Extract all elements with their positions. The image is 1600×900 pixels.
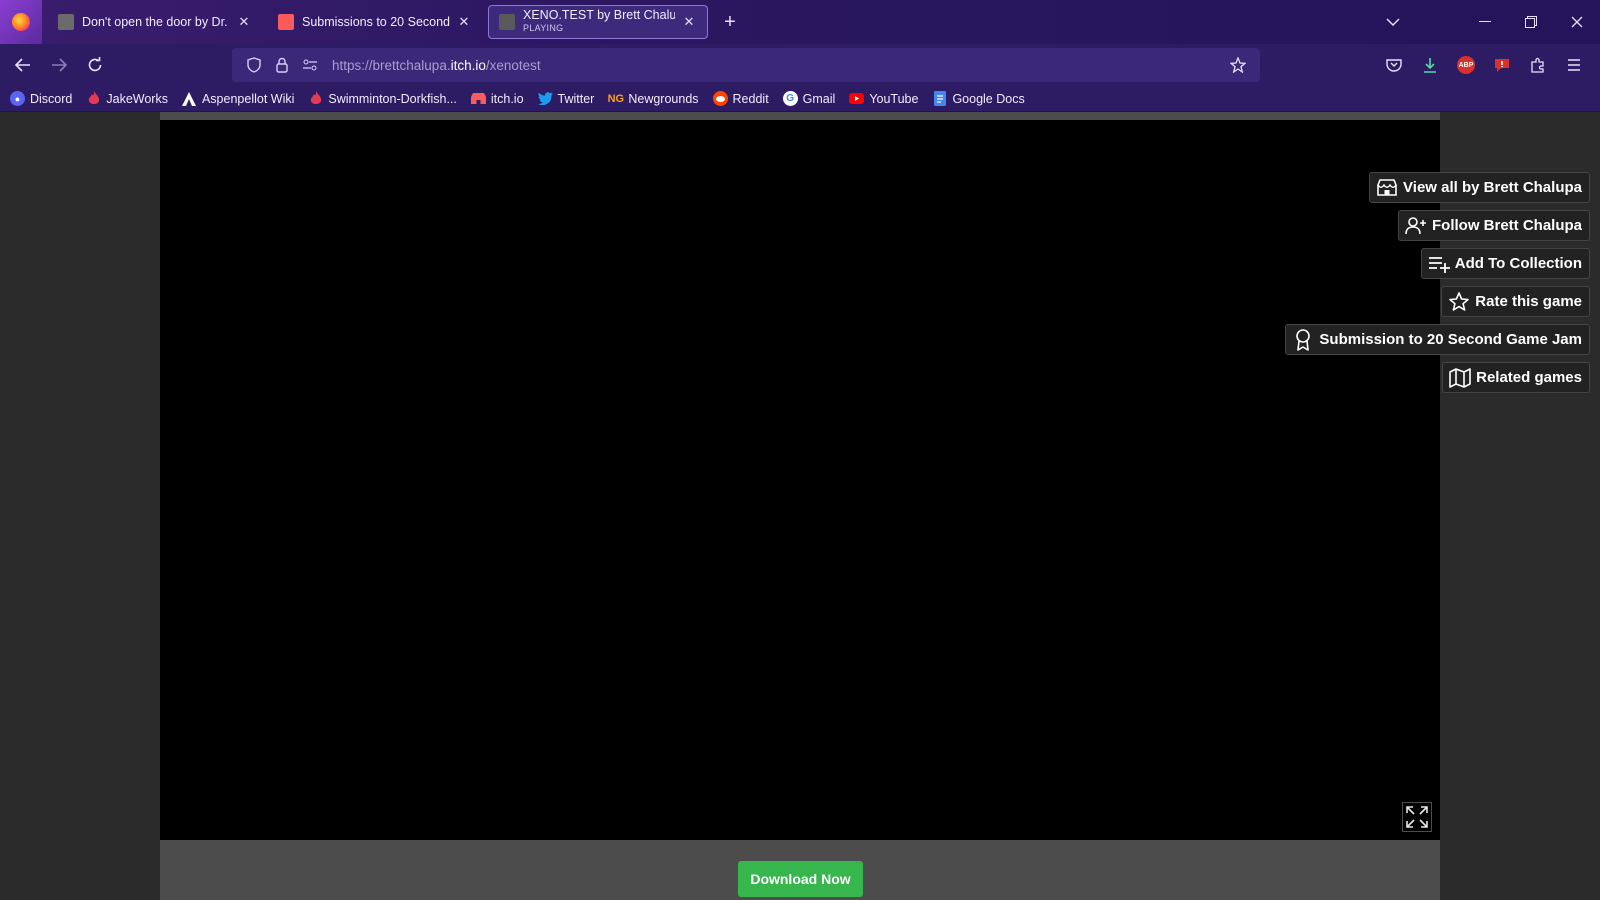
url-text[interactable]: https://brettchalupa.itch.io/xenotest [332,58,541,73]
view-all-by-author-button[interactable]: View all by Brett Chalupa [1369,172,1590,203]
close-icon[interactable]: ✕ [236,14,252,30]
jam-submission-button[interactable]: Submission to 20 Second Game Jam [1285,324,1590,355]
pocket-icon[interactable] [1376,48,1412,82]
tab-submissions[interactable]: Submissions to 20 Second Gam ✕ [268,5,482,39]
itchio-icon [278,14,294,30]
docs-icon [932,91,947,106]
itchio-icon [470,91,486,106]
rate-game-button[interactable]: Rate this game [1441,286,1590,317]
tab-title: XENO.TEST by Brett Chalupa [523,9,675,22]
playlist-add-icon [1428,253,1450,275]
itch-action-bar: View all by Brett Chalupa Follow Brett C… [1285,172,1590,400]
minimize-button[interactable] [1462,0,1508,44]
bookmark-swimminton[interactable]: Swimminton-Dorkfish... [308,91,457,106]
lock-icon[interactable] [268,51,296,79]
bookmark-twitter[interactable]: Twitter [537,91,594,106]
page-permissions-icon[interactable] [296,51,324,79]
tab-title: Don't open the door by Dr. stan [82,15,230,29]
discord-icon: ● [10,91,25,106]
reddit-icon [712,91,728,106]
bookmark-google-docs[interactable]: Google Docs [932,91,1025,106]
extensions-puzzle-icon[interactable] [1520,48,1556,82]
google-icon: G [782,91,798,106]
back-button[interactable] [6,48,40,82]
close-window-button[interactable] [1554,0,1600,44]
navigation-toolbar: https://brettchalupa.itch.io/xenotest AB… [0,44,1600,86]
list-all-tabs-icon[interactable] [1370,0,1416,44]
bookmark-newgrounds[interactable]: NG Newgrounds [607,91,699,106]
forward-button[interactable] [42,48,76,82]
user-plus-icon [1405,215,1427,237]
firefox-menu-icon[interactable] [0,0,42,44]
star-icon [1448,291,1470,313]
follow-author-button[interactable]: Follow Brett Chalupa [1398,210,1590,241]
restore-button[interactable] [1508,0,1554,44]
itchio-icon [1376,177,1398,199]
add-to-collection-button[interactable]: Add To Collection [1420,248,1590,279]
tab-xeno-test[interactable]: XENO.TEST by Brett Chalupa PLAYING ✕ [488,5,708,39]
address-bar[interactable]: https://brettchalupa.itch.io/xenotest [232,48,1260,82]
downloads-icon[interactable] [1412,48,1448,82]
bookmark-gmail[interactable]: G Gmail [782,91,835,106]
fullscreen-icon [1406,806,1428,828]
tracking-protection-shield-icon[interactable] [240,51,268,79]
adblock-plus-icon[interactable]: ABP [1448,48,1484,82]
a-logo-icon [182,91,197,106]
reload-button[interactable] [78,48,112,82]
map-icon [1449,367,1471,389]
hamburger-menu-icon[interactable] [1556,48,1592,82]
twitter-icon [537,91,553,106]
bookmark-reddit[interactable]: Reddit [712,91,769,106]
game-thumbnail-icon [58,14,74,30]
page-content: Download Now View all by Brett Chalupa F… [0,112,1600,900]
fullscreen-button[interactable] [1402,802,1432,832]
flame-icon [86,91,101,106]
tab-dont-open-the-door[interactable]: Don't open the door by Dr. stan ✕ [48,5,262,39]
extension-red-icon[interactable] [1484,48,1520,82]
related-games-button[interactable]: Related games [1442,362,1590,393]
bookmark-discord[interactable]: ● Discord [10,91,72,106]
bookmark-star-icon[interactable] [1224,51,1252,79]
bookmark-aspenpellot-wiki[interactable]: Aspenpellot Wiki [182,91,294,106]
tab-title: Submissions to 20 Second Gam [302,15,450,29]
download-now-button[interactable]: Download Now [738,861,863,897]
bookmark-jakeworks[interactable]: JakeWorks [86,91,168,106]
newgrounds-icon: NG [607,92,625,105]
youtube-icon [849,91,865,106]
flame-icon [308,91,323,106]
tab-strip: Don't open the door by Dr. stan ✕ Submis… [0,0,1600,44]
bookmark-itchio[interactable]: itch.io [470,91,524,106]
bookmarks-toolbar: ● Discord JakeWorks Aspenpellot Wiki Swi… [0,86,1600,112]
new-tab-button[interactable]: + [716,8,744,36]
close-icon[interactable]: ✕ [456,14,472,30]
bookmark-youtube[interactable]: YouTube [849,91,918,106]
close-icon[interactable]: ✕ [681,14,697,30]
game-thumbnail-icon [499,14,515,30]
tab-playing-label: PLAYING [523,23,564,33]
game-canvas[interactable] [160,120,1440,840]
award-ribbon-icon [1292,328,1314,351]
